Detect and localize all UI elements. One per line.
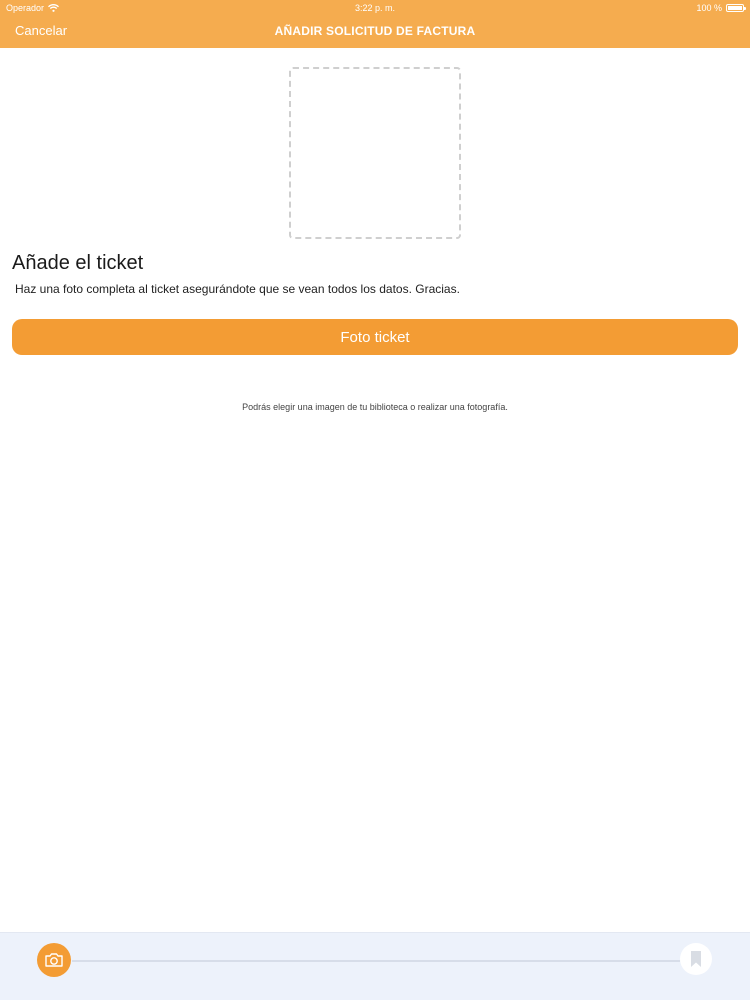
status-bar: Operador 3:22 p. m. 100 %: [0, 0, 750, 16]
battery-percent: 100 %: [696, 3, 722, 13]
camera-icon: [45, 953, 63, 967]
progress-track: [72, 960, 680, 962]
photo-ticket-button[interactable]: Foto ticket: [12, 319, 738, 355]
step-bookmark[interactable]: [680, 943, 712, 975]
battery-icon: [726, 4, 746, 12]
battery-group: 100 %: [696, 3, 746, 13]
progress-bar: [0, 932, 750, 1000]
step-camera[interactable]: [37, 943, 71, 977]
status-time: 3:22 p. m.: [354, 3, 396, 13]
section-title: Añade el ticket: [12, 252, 144, 274]
bookmark-icon: [691, 951, 701, 967]
nav-bar: Cancelar AÑADIR SOLICITUD DE FACTURA: [0, 16, 750, 48]
section-description: Haz una foto completa al ticket asegurán…: [15, 282, 460, 296]
hint-text: Podrás elegir una imagen de tu bibliotec…: [242, 402, 508, 412]
header: Operador 3:22 p. m. 100 % Cancelar AÑADI…: [0, 0, 750, 48]
ticket-photo-placeholder[interactable]: [289, 67, 461, 239]
page-title: AÑADIR SOLICITUD DE FACTURA: [274, 24, 476, 38]
